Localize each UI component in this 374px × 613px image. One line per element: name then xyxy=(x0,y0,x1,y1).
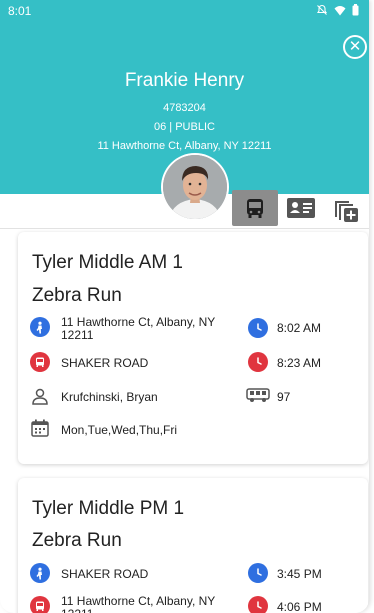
student-id: 4783204 xyxy=(163,102,206,114)
clock-icon xyxy=(248,318,268,338)
status-time: 8:01 xyxy=(8,4,32,18)
person-icon xyxy=(30,387,50,407)
bus-number-icon xyxy=(246,385,270,405)
tab-bus[interactable] xyxy=(232,190,278,226)
service-days: Mon,Tue,Wed,Thu,Fri xyxy=(61,423,178,437)
route-card[interactable]: Tyler Middle PM 1 Zebra Run SHAKER ROAD … xyxy=(18,478,368,613)
student-address: 11 Hawthorne Ct, Albany, NY 12211 xyxy=(97,140,272,152)
dropoff-time: 8:23 AM xyxy=(277,356,322,370)
dropoff-location: SHAKER ROAD xyxy=(61,356,149,370)
wifi-icon xyxy=(334,5,346,15)
avatar xyxy=(163,155,227,219)
phone-screen: 8:01 ✕ Frankie Henry 4783204 06 | PUBLIC xyxy=(0,0,369,613)
bus-stop-icon xyxy=(30,352,50,372)
tab-add-copy[interactable] xyxy=(328,194,364,226)
pickup-location: 11 Hawthorne Ct, Albany, NY 12211 xyxy=(61,315,216,342)
student-name: Frankie Henry xyxy=(124,70,245,91)
tab-divider xyxy=(0,228,369,229)
route-school: Tyler Middle PM 1 xyxy=(32,498,185,519)
dropoff-location: 11 Hawthorne Ct, Albany, NY 12211 xyxy=(61,594,216,613)
mute-icon xyxy=(316,4,328,15)
clock-icon xyxy=(248,596,268,613)
clock-icon xyxy=(248,563,268,583)
close-button[interactable]: ✕ xyxy=(343,35,367,59)
avatar-photo xyxy=(163,155,227,219)
route-school: Tyler Middle AM 1 xyxy=(32,252,183,273)
status-icons xyxy=(316,4,359,16)
dropoff-time: 4:06 PM xyxy=(277,600,322,613)
id-card-icon xyxy=(287,198,315,218)
student-grade-type: 06 | PUBLIC xyxy=(154,121,215,133)
pickup-time: 8:02 AM xyxy=(277,321,322,335)
clock-icon xyxy=(248,352,268,372)
close-icon: ✕ xyxy=(348,38,362,55)
battery-icon xyxy=(352,4,359,16)
route-card[interactable]: Tyler Middle AM 1 Zebra Run 11 Hawthorne… xyxy=(18,232,368,464)
add-copy-icon xyxy=(335,201,358,222)
bus-icon xyxy=(247,199,263,218)
calendar-icon xyxy=(30,418,50,438)
bus-number: 97 xyxy=(277,390,291,404)
student-walk-icon xyxy=(30,563,50,583)
driver-name: Krufchinski, Bryan xyxy=(61,390,158,404)
route-run-name: Zebra Run xyxy=(32,285,122,306)
tab-id-card[interactable] xyxy=(282,192,320,224)
pickup-time: 3:45 PM xyxy=(277,567,322,581)
route-run-name: Zebra Run xyxy=(32,530,122,551)
bus-stop-icon xyxy=(30,596,50,613)
pickup-location: SHAKER ROAD xyxy=(61,567,149,581)
student-walk-icon xyxy=(30,317,50,337)
status-bar: 8:01 xyxy=(0,0,369,24)
